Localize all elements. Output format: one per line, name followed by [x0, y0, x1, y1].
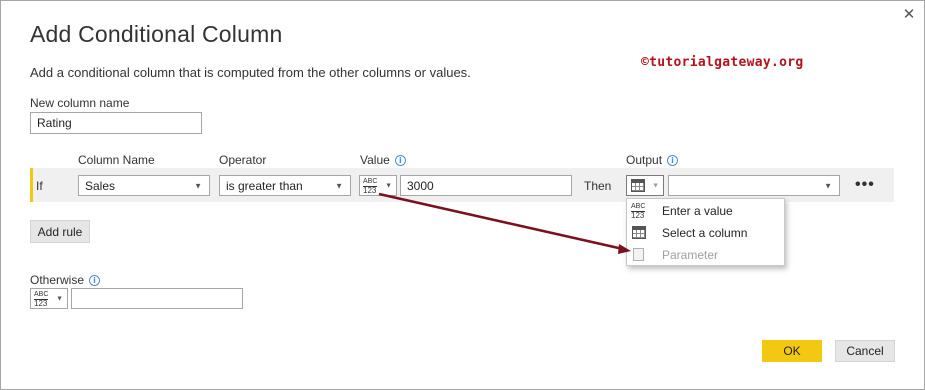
- 123-icon-text: 123: [34, 299, 49, 308]
- output-type-menu: ABC 123 Enter a value Select a column Pa…: [626, 198, 785, 266]
- menu-item-label: Select a column: [662, 226, 748, 240]
- abc-123-icon: ABC 123: [363, 178, 378, 195]
- new-column-name-label: New column name: [30, 96, 130, 110]
- more-options-icon[interactable]: •••: [855, 177, 875, 193]
- table-column-icon: [631, 179, 645, 192]
- cancel-button[interactable]: Cancel: [835, 340, 895, 362]
- output-type-button[interactable]: ▼: [626, 175, 664, 196]
- value-type-button[interactable]: ABC 123 ▼: [359, 175, 397, 196]
- chevron-down-icon: ▼: [385, 182, 392, 189]
- abc-123-icon: ABC 123: [631, 203, 646, 220]
- value-header: Value i: [360, 153, 406, 167]
- add-conditional-column-dialog: ✕ Add Conditional Column Add a condition…: [0, 0, 925, 390]
- info-icon[interactable]: i: [667, 155, 679, 167]
- abc-123-icon: ABC 123: [34, 291, 49, 308]
- output-column-select[interactable]: ▼: [668, 175, 840, 196]
- value-input[interactable]: 3000: [400, 175, 572, 196]
- ok-button[interactable]: OK: [762, 340, 822, 362]
- column-name-value: Sales: [85, 178, 116, 193]
- abc-icon-text: ABC: [34, 291, 49, 298]
- table-column-icon: [632, 226, 646, 239]
- dialog-subtitle: Add a conditional column that is compute…: [30, 65, 471, 80]
- value-header-label: Value: [360, 153, 390, 167]
- rule-row-accent: [30, 168, 33, 202]
- 123-icon-text: 123: [631, 211, 646, 220]
- chevron-down-icon: ▼: [652, 182, 659, 189]
- column-name-header: Column Name: [78, 153, 155, 167]
- add-rule-button[interactable]: Add rule: [30, 220, 90, 243]
- menu-item-label: Enter a value: [662, 204, 733, 218]
- abc-icon-text: ABC: [363, 178, 378, 185]
- otherwise-type-button[interactable]: ABC 123 ▼: [30, 288, 68, 309]
- otherwise-label: Otherwise i: [30, 273, 101, 287]
- 123-icon-text: 123: [363, 186, 378, 195]
- chevron-down-icon: ▼: [335, 181, 343, 190]
- chevron-down-icon: ▼: [56, 295, 63, 302]
- operator-value: is greater than: [226, 178, 303, 193]
- close-icon[interactable]: ✕: [901, 7, 917, 23]
- info-icon[interactable]: i: [89, 275, 101, 287]
- output-header: Output i: [626, 153, 679, 167]
- info-icon[interactable]: i: [394, 155, 406, 167]
- chevron-down-icon: ▼: [824, 181, 832, 190]
- menu-item-label: Parameter: [662, 248, 719, 262]
- menu-item-parameter: Parameter: [627, 244, 784, 266]
- then-label: Then: [584, 179, 612, 193]
- otherwise-label-text: Otherwise: [30, 273, 85, 287]
- new-column-name-input[interactable]: Rating: [30, 112, 202, 134]
- watermark: ©tutorialgateway.org: [641, 55, 804, 70]
- abc-icon-text: ABC: [631, 203, 646, 210]
- output-header-label: Output: [626, 153, 663, 167]
- column-name-select[interactable]: Sales ▼: [78, 175, 210, 196]
- otherwise-value-input[interactable]: [71, 288, 243, 309]
- menu-item-select-column[interactable]: Select a column: [627, 222, 784, 244]
- chevron-down-icon: ▼: [194, 181, 202, 190]
- dialog-title: Add Conditional Column: [30, 21, 283, 47]
- if-label: If: [36, 179, 43, 193]
- menu-item-enter-value[interactable]: ABC 123 Enter a value: [627, 200, 784, 222]
- annotation-arrow-line: [378, 192, 624, 251]
- parameter-icon: [633, 248, 644, 261]
- operator-header: Operator: [219, 153, 267, 167]
- operator-select[interactable]: is greater than ▼: [219, 175, 351, 196]
